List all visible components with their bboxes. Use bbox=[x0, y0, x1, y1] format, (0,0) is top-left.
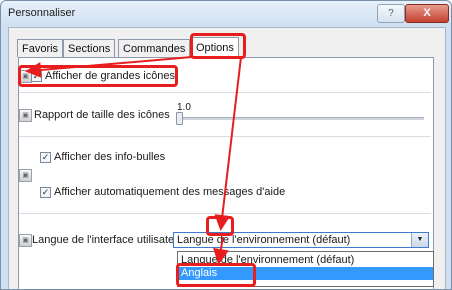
language-label: Langue de l'interface utilisateur bbox=[32, 234, 184, 246]
option-image-icon: ▣ bbox=[19, 169, 32, 182]
option-image-icon: ▣ bbox=[19, 109, 32, 122]
tab-sections[interactable]: Sections bbox=[63, 39, 116, 57]
window-title: Personnaliser bbox=[8, 7, 76, 19]
options-tab-highlight bbox=[190, 33, 246, 59]
option-image-icon: ▣ bbox=[19, 234, 32, 247]
tab-favoris[interactable]: Favoris bbox=[17, 39, 64, 57]
tab-label: Sections bbox=[68, 43, 111, 55]
icon-size-slider-thumb[interactable] bbox=[176, 112, 183, 125]
title-bar: Personnaliser ? X bbox=[1, 1, 451, 25]
close-icon: X bbox=[423, 7, 431, 19]
divider bbox=[19, 136, 431, 137]
help-icon: ? bbox=[388, 8, 394, 19]
tab-label: Favoris bbox=[22, 43, 59, 55]
tab-commandes[interactable]: Commandes bbox=[118, 39, 191, 57]
customize-dialog: Personnaliser ? X Favoris Sections Comma… bbox=[0, 0, 452, 290]
chevron-down-icon[interactable]: ▼ bbox=[411, 233, 428, 247]
icon-size-slider-track[interactable] bbox=[178, 117, 424, 120]
divider bbox=[19, 213, 431, 214]
divider bbox=[19, 92, 431, 93]
tooltips-label: Afficher des info-bulles bbox=[54, 151, 166, 163]
auto-help-checkbox[interactable]: ✓ bbox=[40, 187, 51, 198]
help-button[interactable]: ? bbox=[377, 4, 405, 23]
large-icons-highlight bbox=[18, 65, 178, 87]
close-button[interactable]: X bbox=[405, 4, 449, 23]
tab-label: Commandes bbox=[123, 43, 186, 55]
tooltips-checkbox[interactable]: ✓ bbox=[40, 152, 51, 163]
combo-highlight bbox=[206, 216, 234, 236]
anglais-highlight bbox=[176, 263, 256, 287]
icon-size-label: Rapport de taille des icônes bbox=[34, 109, 170, 121]
auto-help-label: Afficher automatiquement des messages d'… bbox=[54, 186, 286, 198]
language-select-value: Langue de l'environnement (défaut) bbox=[177, 234, 351, 246]
